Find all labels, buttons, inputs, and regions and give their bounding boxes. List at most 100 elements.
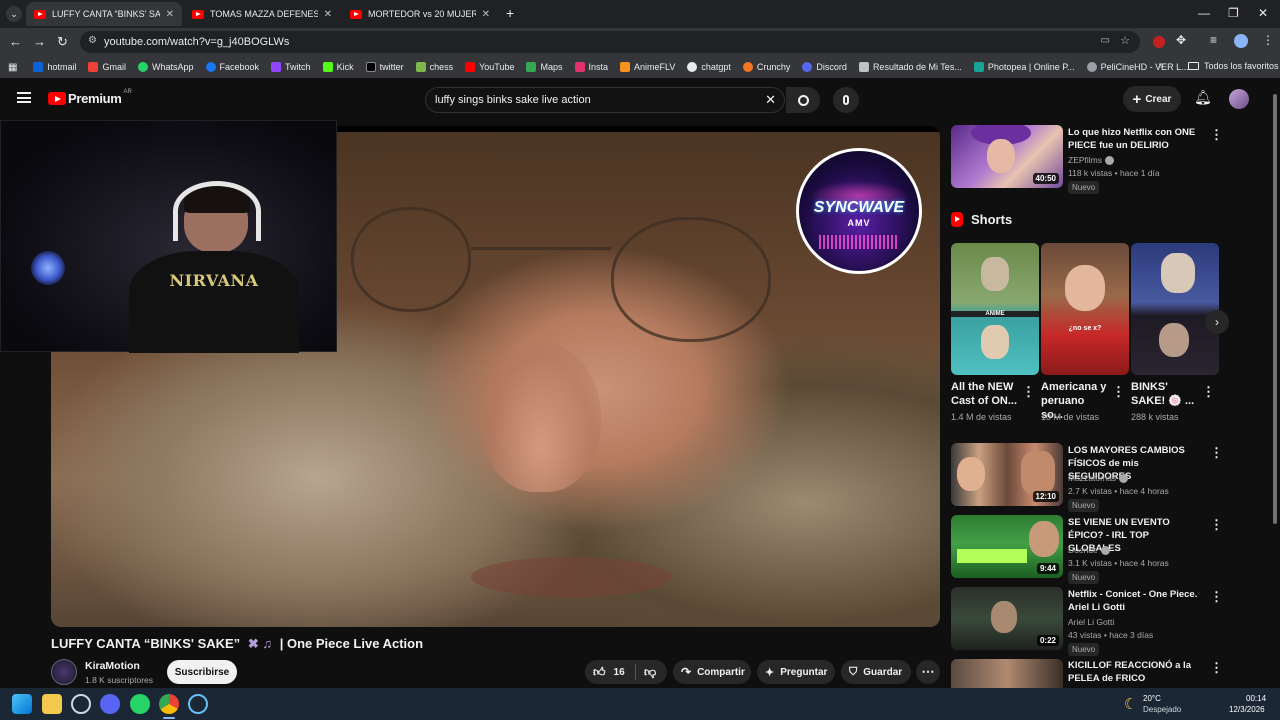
clear-search-icon[interactable]: ✕ <box>765 92 776 108</box>
related-thumbnail[interactable]: 40:50 <box>951 125 1063 188</box>
kebab-menu-icon[interactable]: ⋮ <box>1210 445 1223 461</box>
youtube-logo[interactable]: Premium AR <box>48 89 132 106</box>
minimize-icon[interactable]: — <box>1198 6 1210 20</box>
channel-name[interactable]: KiraMotion <box>85 660 140 672</box>
bookmark-facebook[interactable]: Facebook <box>205 62 259 72</box>
bookmark-kick[interactable]: Kick <box>322 62 354 72</box>
short-title[interactable]: BINKS' SAKE! 🍥 ... <box>1131 380 1199 408</box>
dislike-button[interactable]: 👎︎ <box>636 665 656 680</box>
reload-icon[interactable]: ↻ <box>57 34 68 50</box>
chrome-taskbar-icon[interactable] <box>159 694 179 714</box>
kebab-menu-icon[interactable]: ⋮ <box>1210 660 1223 676</box>
file-explorer-icon[interactable] <box>42 694 62 714</box>
back-icon[interactable]: ← <box>9 34 22 49</box>
page-scrollbar[interactable] <box>1272 82 1278 688</box>
kebab-menu-icon[interactable]: ⋮ <box>1112 384 1125 400</box>
apps-grid-icon[interactable]: ▦ <box>8 62 17 73</box>
related-title[interactable]: Lo que hizo Netflix con ONE PIECE fue un… <box>1068 126 1200 152</box>
related-title[interactable]: KICILLOF REACCIONÓ a la PELEA de FRICO C… <box>1068 659 1206 685</box>
kebab-menu-icon[interactable]: ⋮ <box>1022 384 1035 400</box>
short-title[interactable]: All the NEW Cast of ON... <box>951 380 1019 408</box>
address-bar[interactable]: ⚙ youtube.com/watch?v=g_j40BOGLWs ▭ ☆ <box>80 31 1140 53</box>
profile-avatar[interactable] <box>1234 34 1248 48</box>
voice-search-button[interactable] <box>833 87 859 113</box>
notifications-bell-icon[interactable]: 🔔︎ <box>1194 89 1212 106</box>
related-channel[interactable]: Ariel Li Gotti <box>1068 617 1114 627</box>
save-button[interactable]: ⛉ Guardar <box>841 660 911 684</box>
short-thumbnail[interactable]: ANIME <box>951 243 1039 375</box>
create-button[interactable]: + Crear <box>1123 86 1181 112</box>
bookmark-chess[interactable]: chess <box>415 62 453 72</box>
bookmark-animeflv[interactable]: AnimeFLV <box>620 62 675 72</box>
forward-icon[interactable]: → <box>33 34 46 49</box>
bookmark-crunchy[interactable]: Crunchy <box>742 62 790 72</box>
bookmark-gmail[interactable]: Gmail <box>88 62 126 72</box>
clock-date[interactable]: 12/3/2026 <box>1229 705 1265 714</box>
app-circle-icon[interactable] <box>71 694 91 714</box>
scrollbar-thumb[interactable] <box>1273 94 1277 524</box>
search-button[interactable] <box>786 87 820 113</box>
more-actions-button[interactable]: ⋯ <box>916 660 940 684</box>
extension-red-icon[interactable] <box>1153 36 1165 48</box>
bookmark-chatgpt[interactable]: chatgpt <box>687 62 731 72</box>
restore-icon[interactable]: ❐ <box>1228 6 1239 20</box>
temperature[interactable]: 20°C <box>1143 694 1161 703</box>
bookmark-discord[interactable]: Discord <box>802 62 847 72</box>
discord-taskbar-icon[interactable] <box>100 694 120 714</box>
close-tab-icon[interactable]: ✕ <box>166 9 174 20</box>
related-title[interactable]: Netflix - Conicet - One Piece. Ariel Li … <box>1068 588 1200 614</box>
share-button[interactable]: ↷ Compartir <box>673 660 751 684</box>
kebab-menu-icon[interactable]: ⋮ <box>1210 589 1223 605</box>
like-button[interactable]: 👍︎ 16 <box>585 660 635 684</box>
related-channel[interactable]: Duende <box>1068 545 1110 556</box>
kebab-menu-icon[interactable]: ⋮ <box>1202 384 1215 400</box>
bookmark-maps[interactable]: Maps <box>526 62 563 72</box>
tab-search-button[interactable]: ⌄ <box>6 6 22 22</box>
subscribe-button[interactable]: Suscribirse <box>167 660 237 684</box>
hamburger-menu-icon[interactable] <box>17 92 31 103</box>
new-tab-button[interactable]: + <box>506 5 514 21</box>
bookmark-resultado[interactable]: Resultado de Mi Tes... <box>858 62 962 72</box>
close-tab-icon[interactable]: ✕ <box>324 9 332 20</box>
related-thumbnail[interactable]: 12:10 <box>951 443 1063 506</box>
more-bookmarks-icon[interactable]: » <box>1158 60 1164 71</box>
site-info-icon[interactable]: ⚙ <box>88 35 97 46</box>
whatsapp-taskbar-icon[interactable] <box>130 694 150 714</box>
related-thumbnail[interactable]: 9:44 <box>951 515 1063 578</box>
ask-button[interactable]: ✦ Preguntar <box>757 660 835 684</box>
bookmark-youtube[interactable]: YouTube <box>465 62 514 72</box>
steam-taskbar-icon[interactable] <box>188 694 208 714</box>
bookmark-whatsapp[interactable]: WhatsApp <box>137 62 194 72</box>
close-tab-icon[interactable]: ✕ <box>482 9 490 20</box>
kebab-menu-icon[interactable]: ⋮ <box>1210 127 1223 143</box>
search-input[interactable]: luffy sings binks sake live action ✕ <box>425 87 785 113</box>
tab-mortedor[interactable]: MORTEDOR vs 20 MUJERES - Y ✕ <box>342 2 498 26</box>
shorts-next-button[interactable]: › <box>1205 310 1229 334</box>
reading-list-icon[interactable]: ≡ <box>1210 33 1217 47</box>
kebab-menu-icon[interactable]: ⋮ <box>1210 517 1223 533</box>
bookmark-twitter[interactable]: twitter <box>365 62 404 72</box>
short-thumbnail[interactable] <box>1131 243 1219 375</box>
related-thumbnail[interactable] <box>951 659 1063 688</box>
bookmark-photopea[interactable]: Photopea | Online P... <box>973 62 1075 72</box>
bookmark-star-icon[interactable]: ☆ <box>1120 34 1130 47</box>
tab-tomas[interactable]: TOMAS MAZZA DEFENESTRÓ a ✕ <box>184 2 340 26</box>
account-avatar[interactable] <box>1229 89 1249 109</box>
all-bookmarks[interactable]: Todos los favoritos <box>1188 61 1279 71</box>
windows-start-icon[interactable] <box>12 694 32 714</box>
install-app-icon[interactable]: ▭ <box>1101 35 1110 46</box>
bookmark-insta[interactable]: Insta <box>574 62 608 72</box>
bookmark-twitch[interactable]: Twitch <box>271 62 311 72</box>
browser-menu-icon[interactable]: ⋮ <box>1262 33 1274 47</box>
related-channel[interactable]: ZEPfilms <box>1068 155 1114 166</box>
bookmark-pelicinehd[interactable]: PeliCineHD - VER L... <box>1086 62 1189 72</box>
related-thumbnail[interactable]: 0:22 <box>951 587 1063 650</box>
channel-avatar[interactable] <box>51 659 77 685</box>
extensions-puzzle-icon[interactable]: ✥ <box>1176 33 1186 47</box>
clock-time[interactable]: 00:14 <box>1246 694 1266 703</box>
tab-luffy[interactable]: LUFFY CANTA “BINKS' SAKE” ✕ <box>26 2 182 26</box>
short-thumbnail[interactable]: ¿no se x? <box>1041 243 1129 375</box>
close-window-icon[interactable]: ✕ <box>1258 6 1268 20</box>
bookmark-hotmail[interactable]: hotmail <box>33 62 76 72</box>
related-channel[interactable]: Mazzatomas <box>1068 473 1129 484</box>
